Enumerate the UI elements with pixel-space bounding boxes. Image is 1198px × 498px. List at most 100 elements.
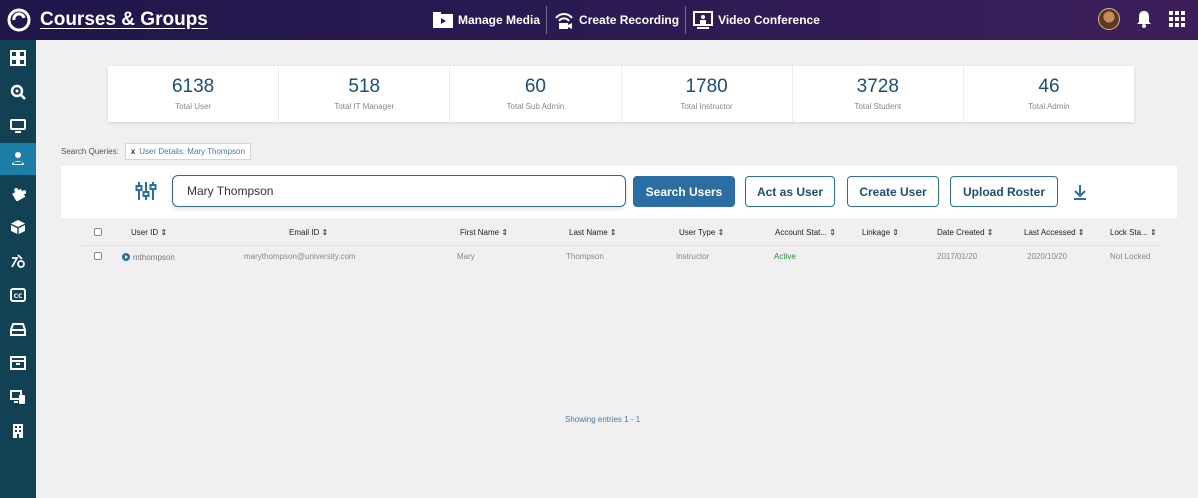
upload-roster-button[interactable]: Upload Roster: [950, 176, 1058, 207]
pagination-info: Showing entries 1 - 1: [565, 415, 641, 424]
dashboard-icon: [10, 50, 26, 66]
top-nav: Manage Media Create Recording Video Conf…: [426, 6, 826, 34]
stats-cards: 6138 Total User 518 Total IT Manager 60 …: [108, 66, 1134, 122]
create-recording-label: Create Recording: [579, 13, 680, 27]
manage-media-label: Manage Media: [458, 13, 541, 27]
remove-chip-button[interactable]: x: [131, 147, 135, 156]
closed-caption-icon: CC: [10, 288, 26, 302]
col-first-name[interactable]: First Name ⇕: [460, 228, 508, 237]
stat-label: Total Sub Admin: [506, 102, 565, 111]
query-chip-label: User Details: Mary Thompson: [139, 147, 245, 156]
lock-status-cell: Not Locked: [1110, 252, 1151, 261]
users-icon: [12, 152, 24, 165]
stat-label: Total User: [175, 102, 212, 111]
query-chip: x User Details: Mary Thompson: [124, 143, 251, 160]
search-input[interactable]: [172, 175, 626, 207]
sidebar: CC: [0, 40, 36, 498]
expand-row-icon[interactable]: [122, 253, 130, 261]
col-last-name[interactable]: Last Name ⇕: [569, 228, 617, 237]
sidebar-item-shapes[interactable]: [0, 245, 36, 277]
stat-total-admin[interactable]: 46 Total Admin: [964, 66, 1134, 122]
sidebar-item-users[interactable]: [0, 143, 36, 175]
col-user-type[interactable]: User Type ⇕: [679, 228, 724, 237]
user-type-cell: Instructor: [676, 252, 710, 261]
act-as-user-button[interactable]: Act as User: [745, 176, 835, 207]
stat-value: 46: [1038, 76, 1060, 97]
stat-label: Total Instructor: [680, 102, 733, 111]
search-panel: Search Users Act as User Create User Upl…: [61, 166, 1177, 218]
stat-value: 60: [524, 76, 546, 97]
filter-sliders-icon[interactable]: [135, 180, 157, 202]
col-linkage[interactable]: Linkage ⇕: [862, 228, 899, 237]
first-name-cell: Mary: [457, 252, 475, 261]
last-name-cell: Thompson: [566, 252, 604, 261]
stat-total-instructor[interactable]: 1780 Total Instructor: [622, 66, 793, 122]
shapes-icon: [11, 254, 25, 268]
date-created-cell: 2017/01/20: [937, 252, 978, 261]
sidebar-item-building[interactable]: [0, 415, 36, 447]
stat-label: Total IT Manager: [334, 102, 395, 111]
col-last-accessed[interactable]: Last Accessed ⇕: [1024, 228, 1085, 237]
stat-value: 518: [348, 76, 381, 97]
last-accessed-cell: 2020/10/20: [1027, 252, 1068, 261]
stat-value: 3728: [856, 76, 899, 97]
stat-label: Total Admin: [1028, 102, 1070, 111]
sidebar-item-drive[interactable]: [0, 313, 36, 345]
select-all-checkbox[interactable]: [94, 228, 102, 236]
table-row[interactable]: mthompson marythompson@university.com Ma…: [82, 245, 1162, 267]
search-queries: Search Queries: x User Details: Mary Tho…: [61, 143, 251, 160]
cube-icon: [11, 220, 25, 234]
sidebar-item-archive[interactable]: [0, 347, 36, 379]
building-icon: [13, 424, 23, 438]
col-user-id[interactable]: User ID ⇕: [131, 228, 167, 237]
col-date-created[interactable]: Date Created ⇕: [937, 228, 994, 237]
manage-media-button[interactable]: Manage Media: [426, 6, 548, 34]
sidebar-item-dashboard[interactable]: [0, 42, 36, 74]
devices-icon: [10, 390, 25, 404]
stat-total-user[interactable]: 6138 Total User: [108, 66, 280, 122]
sidebar-item-devices[interactable]: [0, 381, 36, 413]
recording-icon: [555, 13, 573, 29]
app-title[interactable]: Courses & Groups: [40, 9, 208, 31]
sidebar-item-puzzle[interactable]: [0, 177, 36, 209]
download-icon[interactable]: [1073, 184, 1087, 200]
sidebar-item-search[interactable]: [0, 76, 36, 108]
stat-value: 6138: [171, 76, 215, 97]
video-conference-label: Video Conference: [718, 13, 820, 27]
create-user-button[interactable]: Create User: [847, 176, 939, 207]
account-status-cell: Active: [774, 252, 796, 261]
top-bar: Courses & Groups Manage Media Create Rec…: [0, 0, 1198, 40]
col-lock-status[interactable]: Lock Sta... ⇕: [1110, 228, 1157, 237]
col-email-id[interactable]: Email ID ⇕: [289, 228, 328, 237]
top-right-actions: [1098, 8, 1186, 30]
avatar[interactable]: [1098, 8, 1120, 30]
search-users-button[interactable]: Search Users: [633, 176, 735, 207]
search-queries-label: Search Queries:: [61, 147, 119, 156]
media-icon: [433, 12, 453, 28]
table-header-row: User ID ⇕ Email ID ⇕ First Name ⇕ Last N…: [82, 222, 1162, 244]
stat-label: Total Student: [854, 102, 902, 111]
apps-grid-icon[interactable]: [1168, 10, 1186, 28]
stat-total-it-manager[interactable]: 518 Total IT Manager: [279, 66, 451, 122]
svg-text:CC: CC: [14, 293, 23, 300]
create-recording-button[interactable]: Create Recording: [547, 6, 687, 34]
email-cell: marythompson@university.com: [244, 252, 356, 261]
sidebar-item-cube[interactable]: [0, 211, 36, 243]
col-account-status[interactable]: Account Stat... ⇕: [775, 228, 836, 237]
logo-icon[interactable]: [6, 7, 32, 33]
stat-total-sub-admin[interactable]: 60 Total Sub Admin: [450, 66, 622, 122]
drive-icon: [10, 323, 26, 336]
archive-icon: [10, 356, 26, 370]
search-icon: [10, 84, 26, 100]
row-checkbox[interactable]: [94, 252, 102, 260]
stat-total-student[interactable]: 3728 Total Student: [793, 66, 964, 122]
stat-value: 1780: [685, 76, 728, 97]
monitor-icon: [10, 119, 26, 133]
bell-icon[interactable]: [1136, 10, 1152, 28]
user-id-value[interactable]: mthompson: [133, 253, 175, 262]
puzzle-icon: [12, 188, 26, 201]
sidebar-item-captions[interactable]: CC: [0, 279, 36, 311]
sidebar-item-monitor[interactable]: [0, 110, 36, 142]
video-conference-icon: [693, 11, 714, 29]
video-conference-button[interactable]: Video Conference: [686, 6, 826, 34]
